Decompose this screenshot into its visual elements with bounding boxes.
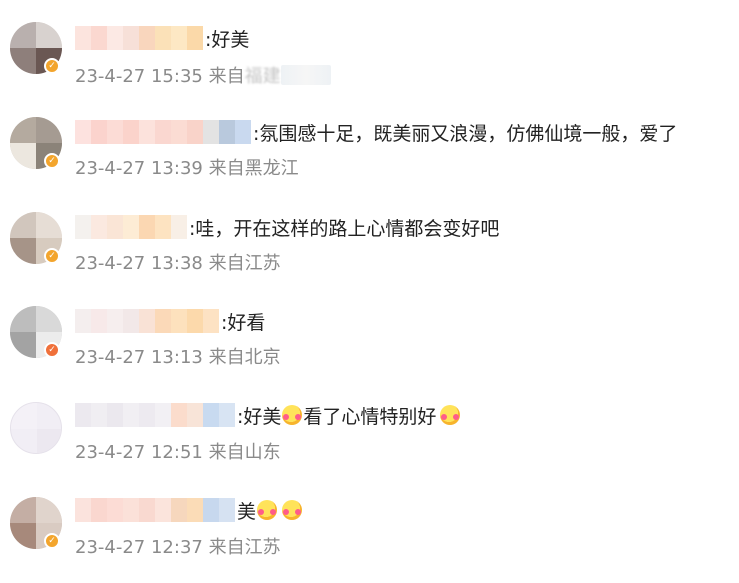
comment-item: ✓ :氛围感十足，既美丽又浪漫，仿佛仙境一般，爱了 23-4-27 13:39 … <box>0 113 739 203</box>
verified-badge-icon: ✓ <box>44 342 60 358</box>
comment-meta: 23-4-27 12:37 来自 <box>75 537 245 558</box>
comment-location: 黑龙江 <box>244 158 299 179</box>
comment-meta: 23-4-27 15:35 来自 <box>75 66 245 87</box>
username-blurred[interactable] <box>75 26 203 50</box>
comment-item: ✓ :好美 23-4-27 15:35 来自福建 <box>0 18 739 108</box>
comment-list: ✓ :好美 23-4-27 15:35 来自福建 ✓:氛围感十足，既美丽又浪漫… <box>0 0 739 571</box>
username-blurred[interactable] <box>75 215 187 239</box>
comment-text: :好美 <box>237 405 282 428</box>
comment-location: 北京 <box>244 347 281 368</box>
comment-text: :哇，开在这样的路上心情都会变好吧 <box>189 217 500 240</box>
verified-badge-icon: ✓ <box>44 58 60 74</box>
heart-eyes-emoji-icon <box>440 405 461 425</box>
comment-meta: 23-4-27 13:38 来自 <box>75 253 245 274</box>
username-blurred[interactable] <box>75 403 235 427</box>
comment-location: 福建 <box>244 66 281 87</box>
flower-face-emoji-icon <box>257 500 278 520</box>
verified-badge-icon: ✓ <box>44 153 60 169</box>
comment-item: ✓ :哇，开在这样的路上心情都会变好吧 23-4-27 13:38 来自江苏 <box>0 208 739 298</box>
flower-face-emoji-icon <box>282 500 303 520</box>
comment-meta: 23-4-27 13:13 来自 <box>75 347 245 368</box>
username-blurred[interactable] <box>75 309 219 333</box>
comment-text-continued: 看了心情特别好 <box>303 405 437 428</box>
verified-badge-icon: ✓ <box>44 533 60 549</box>
comment-item: :好美 看了心情特别好 23-4-27 12:51 来自山东 <box>0 398 739 488</box>
comment-location: 山东 <box>244 442 281 463</box>
username-blurred[interactable] <box>75 498 235 522</box>
username-blurred[interactable] <box>75 120 251 144</box>
comment-meta: 23-4-27 13:39 来自 <box>75 158 245 179</box>
comment-location: 江苏 <box>244 253 281 274</box>
comment-text: 美 <box>237 500 257 523</box>
comment-item: ✓ :好看 23-4-27 13:13 来自北京 <box>0 304 739 394</box>
comment-text: :好美 <box>205 28 250 51</box>
blurred-region <box>280 65 331 85</box>
avatar[interactable] <box>10 402 62 454</box>
comment-item: ✓ 美 23-4-27 12:37 来自江苏 <box>0 493 739 583</box>
flower-face-emoji-icon <box>282 405 303 425</box>
verified-badge-icon: ✓ <box>44 248 60 264</box>
comment-text: :氛围感十足，既美丽又浪漫，仿佛仙境一般，爱了 <box>253 122 678 145</box>
comment-text: :好看 <box>221 311 266 334</box>
comment-location: 江苏 <box>244 537 281 558</box>
comment-meta: 23-4-27 12:51 来自 <box>75 442 245 463</box>
